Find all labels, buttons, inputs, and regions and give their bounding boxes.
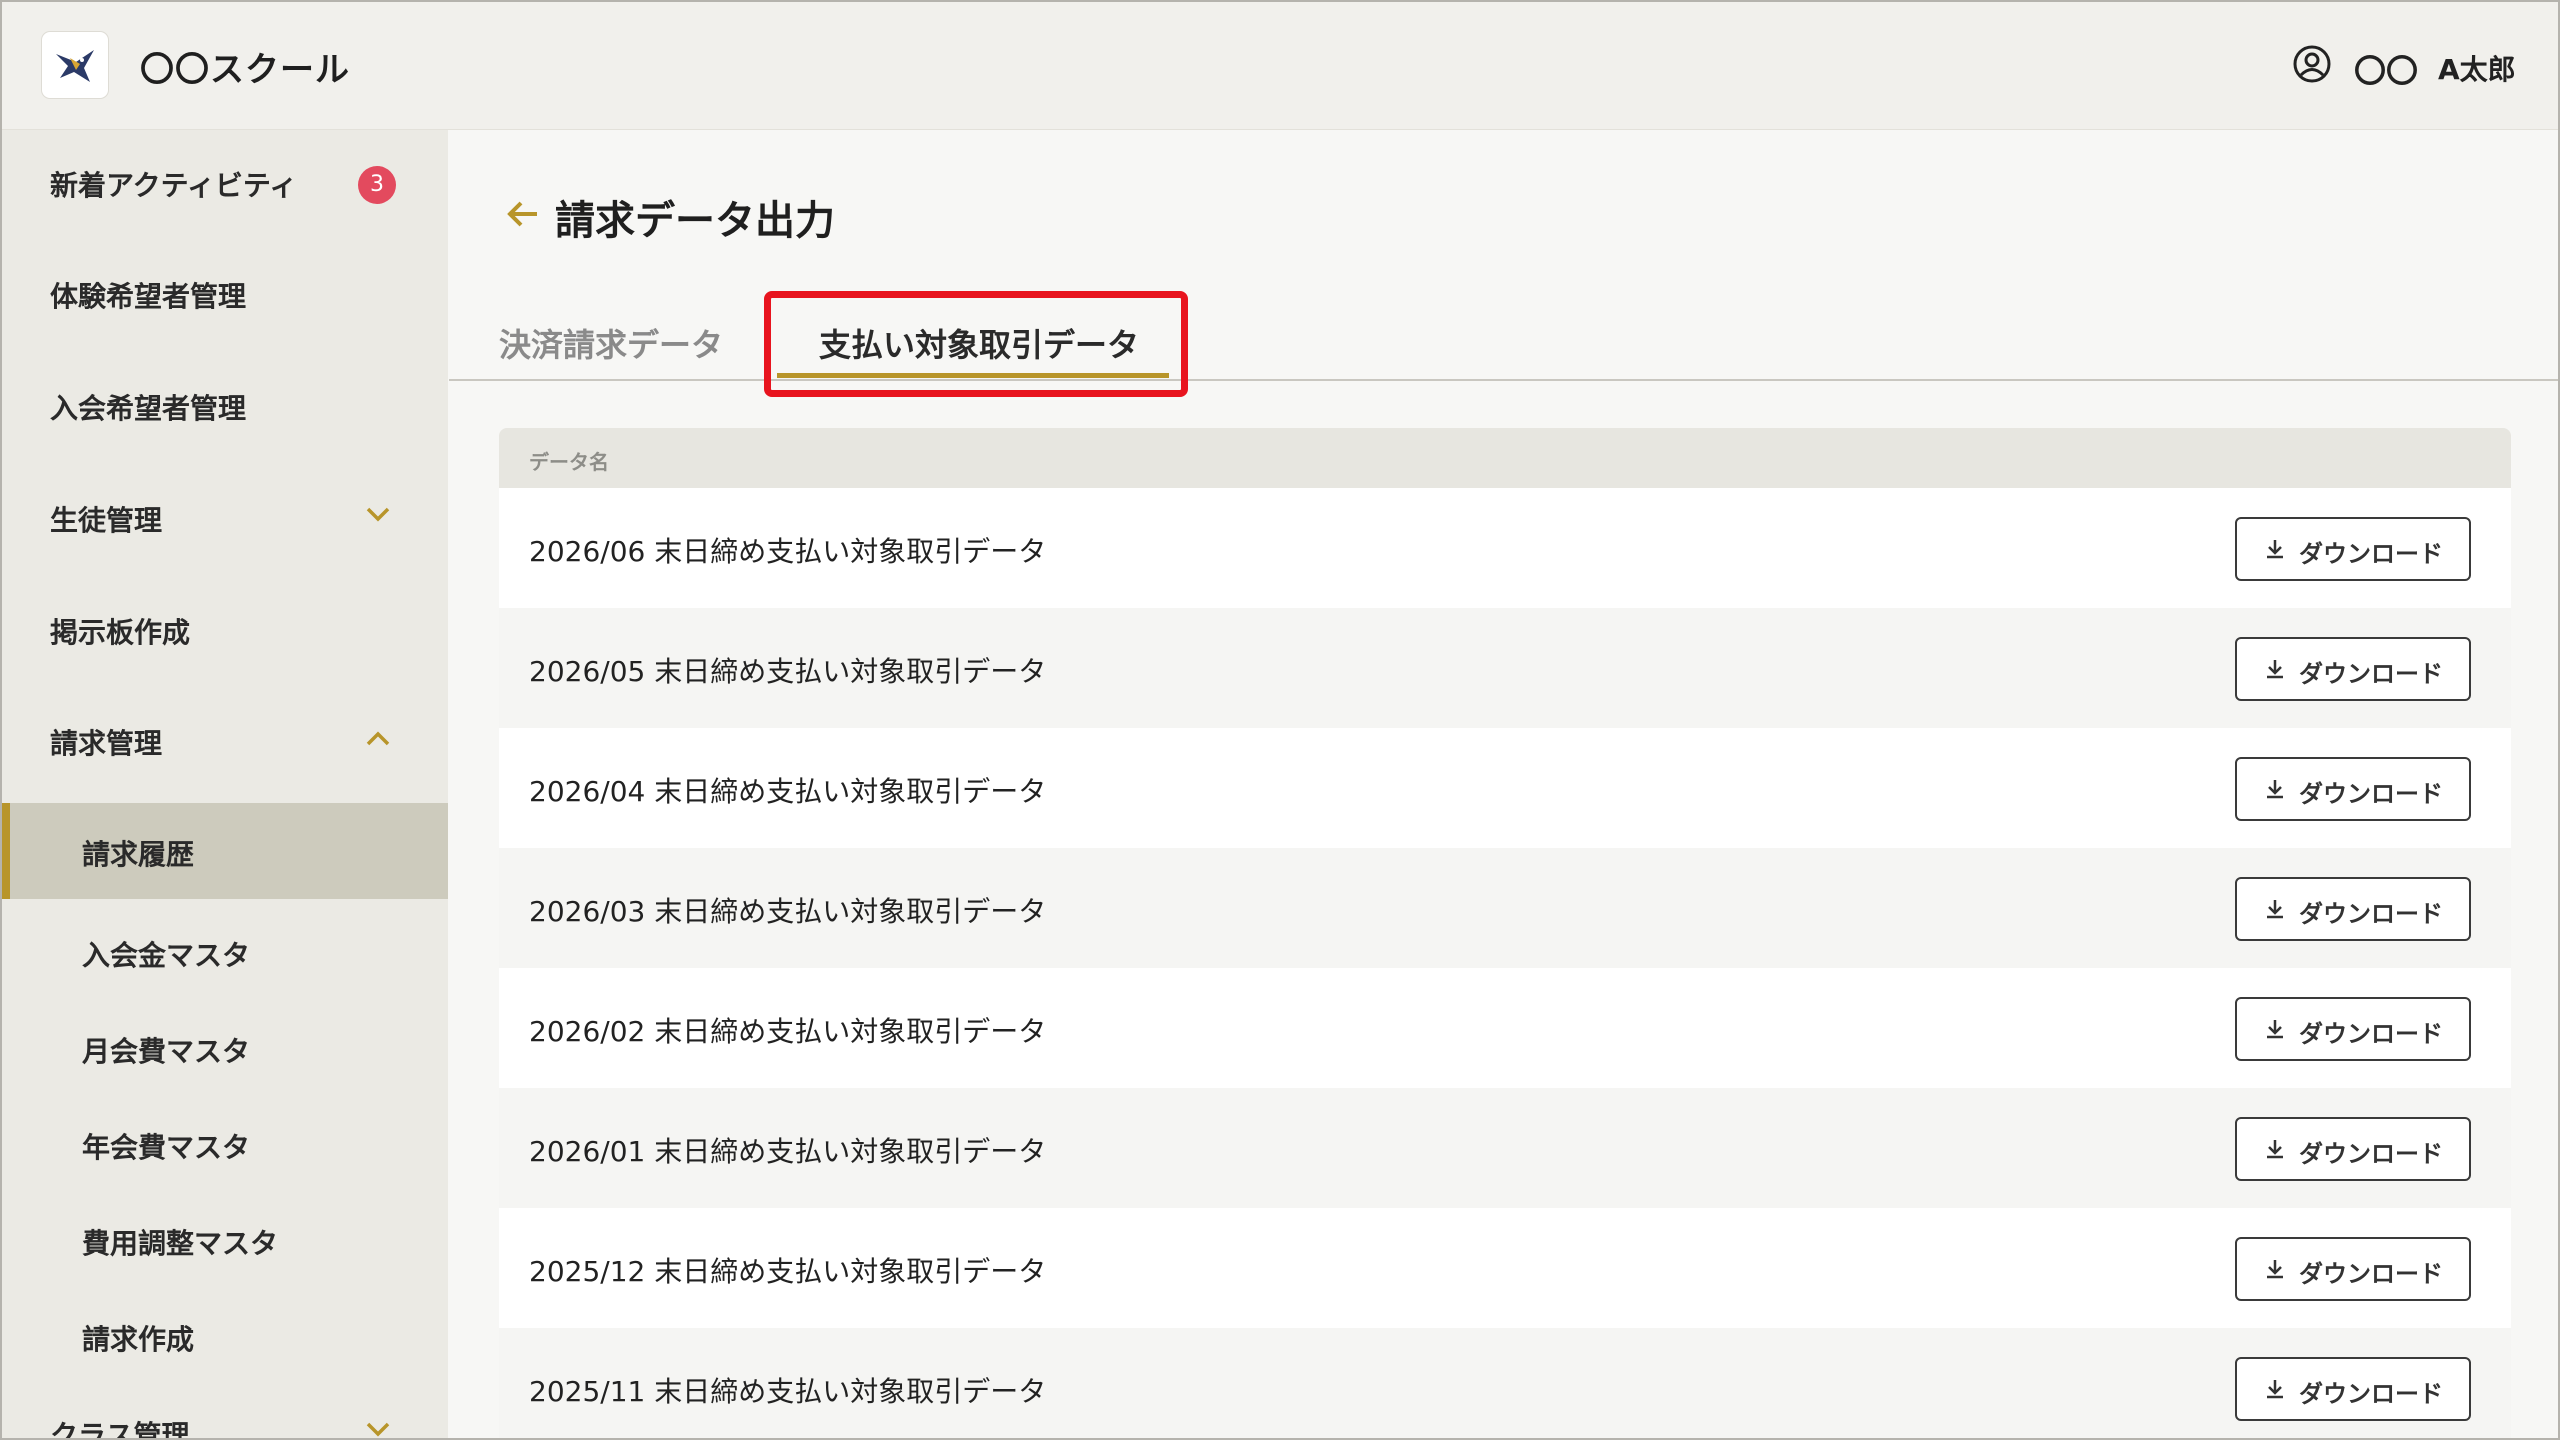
data-table: データ名 2026/06 末日締め支払い対象取引データ ダウンロード 2026/… <box>499 428 2511 1438</box>
row-data-name: 2026/02 末日締め支払い対象取引データ <box>529 1015 1047 1048</box>
download-icon <box>2267 660 2283 679</box>
sidebar-item-label: 新着アクティビティ <box>50 169 298 202</box>
row-data-name: 2025/11 末日締め支払い対象取引データ <box>529 1375 1047 1408</box>
download-button[interactable]: ダウンロード <box>2235 637 2471 701</box>
table-row: 2025/11 末日締め支払い対象取引データ ダウンロード <box>499 1328 2511 1438</box>
row-data-name: 2026/01 末日締め支払い対象取引データ <box>529 1135 1047 1168</box>
download-button-label: ダウンロード <box>2299 540 2443 568</box>
notification-badge: 3 <box>358 166 396 204</box>
table-header: データ名 <box>499 428 2511 488</box>
download-icon <box>2267 1020 2283 1039</box>
sidebar-item-bulletin[interactable]: 掲示板作成 <box>2 577 448 673</box>
download-icon <box>2267 1380 2283 1399</box>
user-organization: 〇〇 <box>2354 52 2419 90</box>
sidebar-item-label: 請求履歴 <box>82 838 195 871</box>
sidebar-item-label: 請求作成 <box>82 1323 195 1356</box>
sidebar-item-billing-history[interactable]: 請求履歴 <box>2 803 448 899</box>
annotation-highlight-box <box>764 291 1188 397</box>
sidebar-item-create-invoice[interactable]: 請求作成 <box>2 1284 448 1380</box>
table-row: 2026/01 末日締め支払い対象取引データ ダウンロード <box>499 1088 2511 1208</box>
download-icon <box>2267 1140 2283 1159</box>
sidebar-item-label: 掲示板作成 <box>50 616 191 649</box>
sidebar-item-label: 費用調整マスタ <box>82 1227 279 1260</box>
sidebar-item-label: 体験希望者管理 <box>50 280 247 313</box>
row-data-name: 2026/05 末日締め支払い対象取引データ <box>529 655 1047 688</box>
download-button-label: ダウンロード <box>2299 780 2443 808</box>
download-button-label: ダウンロード <box>2299 1380 2443 1408</box>
download-icon <box>2267 780 2283 799</box>
table-row: 2026/03 末日締め支払い対象取引データ ダウンロード <box>499 848 2511 968</box>
sidebar-item-student-management[interactable]: 生徒管理 <box>2 465 448 561</box>
app-logo[interactable] <box>42 32 108 98</box>
download-icon <box>2267 1260 2283 1279</box>
chevron-down-icon <box>366 1422 390 1437</box>
sidebar-item-label: クラス管理 <box>50 1419 190 1440</box>
chevron-up-icon <box>366 731 390 746</box>
download-button-label: ダウンロード <box>2299 660 2443 688</box>
table-row: 2026/06 末日締め支払い対象取引データ ダウンロード <box>499 488 2511 608</box>
sidebar-item-enrollment-applicants[interactable]: 入会希望者管理 <box>2 353 448 449</box>
download-button-label: ダウンロード <box>2299 1260 2443 1288</box>
main-content: 請求データ出力 決済請求データ 支払い対象取引データ データ名 2026/06 … <box>449 130 2558 1438</box>
download-button-label: ダウンロード <box>2299 900 2443 928</box>
download-button[interactable]: ダウンロード <box>2235 517 2471 581</box>
column-header-data-name: データ名 <box>529 450 609 474</box>
row-data-name: 2026/03 末日締め支払い対象取引データ <box>529 895 1047 928</box>
sidebar-item-fee-adjustment-master[interactable]: 費用調整マスタ <box>2 1188 448 1284</box>
top-header: 〇〇スクール 〇〇 A太郎 <box>2 2 2558 130</box>
download-button-label: ダウンロード <box>2299 1020 2443 1048</box>
sidebar-item-enrollment-fee-master[interactable]: 入会金マスタ <box>2 900 448 996</box>
page-title: 請求データ出力 <box>555 198 835 244</box>
app-window: 〇〇スクール 〇〇 A太郎 新着アクティビティ 3 体験希望者管理 入会希望者管… <box>0 0 2560 1440</box>
app-title: 〇〇スクール <box>140 50 350 90</box>
sidebar-item-billing-management[interactable]: 請求管理 <box>2 688 448 784</box>
table-row: 2025/12 末日締め支払い対象取引データ ダウンロード <box>499 1208 2511 1328</box>
chevron-down-icon <box>366 507 390 522</box>
download-icon <box>2267 540 2283 559</box>
table-row: 2026/05 末日締め支払い対象取引データ ダウンロード <box>499 608 2511 728</box>
table-row: 2026/04 末日締め支払い対象取引データ ダウンロード <box>499 728 2511 848</box>
sidebar-item-label: 入会希望者管理 <box>50 392 247 425</box>
sidebar-item-new-activity[interactable]: 新着アクティビティ 3 <box>2 130 448 226</box>
tab-payment-billing-data[interactable]: 決済請求データ <box>499 320 723 366</box>
sidebar-item-label: 請求管理 <box>50 727 163 760</box>
row-data-name: 2026/06 末日締め支払い対象取引データ <box>529 535 1047 568</box>
table-row: 2026/02 末日締め支払い対象取引データ ダウンロード <box>499 968 2511 1088</box>
sidebar-item-label: 月会費マスタ <box>82 1035 251 1068</box>
sidebar-item-annual-fee-master[interactable]: 年会費マスタ <box>2 1092 448 1188</box>
download-button[interactable]: ダウンロード <box>2235 997 2471 1061</box>
sidebar-item-label: 入会金マスタ <box>82 939 251 972</box>
download-button[interactable]: ダウンロード <box>2235 757 2471 821</box>
sidebar-item-monthly-fee-master[interactable]: 月会費マスタ <box>2 996 448 1092</box>
sidebar: 新着アクティビティ 3 体験希望者管理 入会希望者管理 生徒管理 掲示板作成 請… <box>2 130 448 1440</box>
download-button[interactable]: ダウンロード <box>2235 1357 2471 1421</box>
back-arrow-icon[interactable] <box>503 194 543 234</box>
user-name[interactable]: A太郎 <box>2438 48 2516 88</box>
sidebar-item-label: 生徒管理 <box>50 504 163 537</box>
download-icon <box>2267 900 2283 919</box>
row-data-name: 2025/12 末日締め支払い対象取引データ <box>529 1255 1047 1288</box>
download-button[interactable]: ダウンロード <box>2235 1117 2471 1181</box>
download-button[interactable]: ダウンロード <box>2235 877 2471 941</box>
download-button-label: ダウンロード <box>2299 1140 2443 1168</box>
row-data-name: 2026/04 末日締め支払い対象取引データ <box>529 775 1047 808</box>
download-button[interactable]: ダウンロード <box>2235 1237 2471 1301</box>
user-account-icon[interactable] <box>2292 44 2332 88</box>
sidebar-item-class-management[interactable]: クラス管理 <box>2 1380 448 1440</box>
sidebar-item-trial-applicants[interactable]: 体験希望者管理 <box>2 241 448 337</box>
sidebar-item-label: 年会費マスタ <box>82 1131 251 1164</box>
